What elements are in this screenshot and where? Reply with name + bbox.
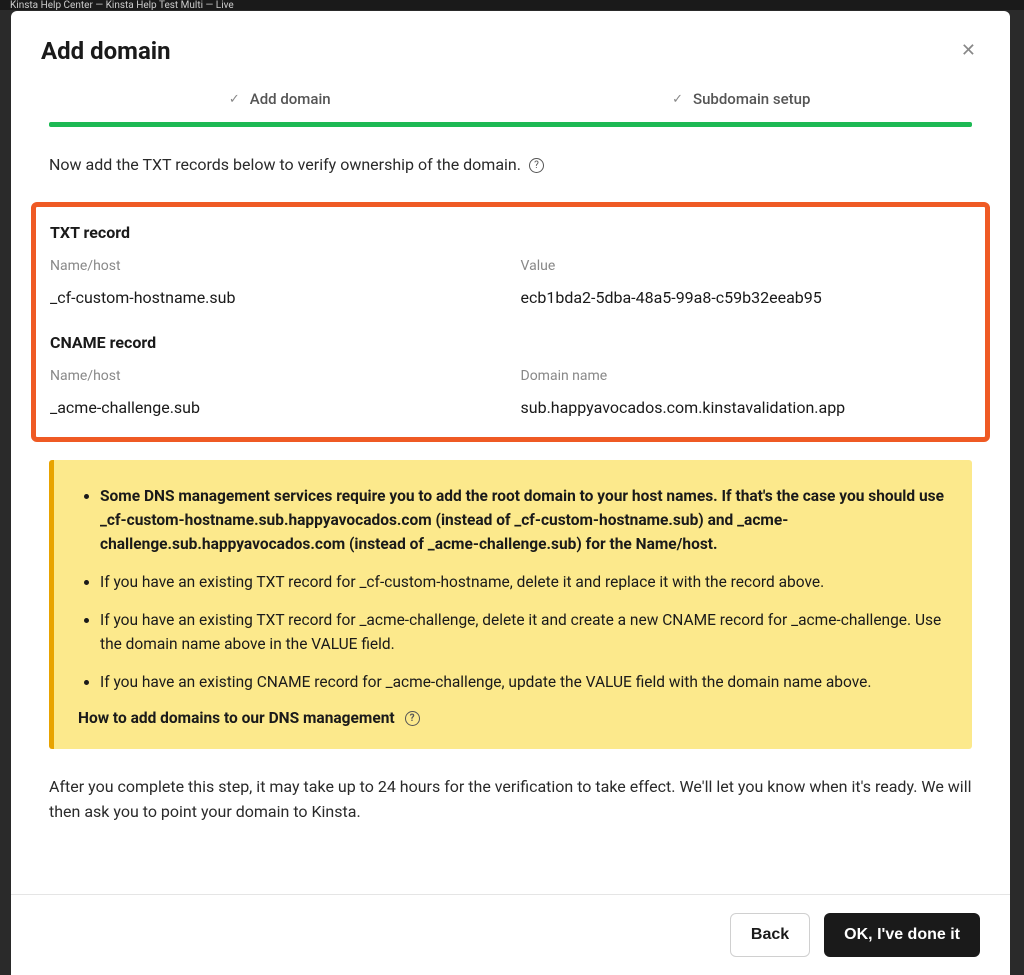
warning-item-1: Some DNS management services require you… — [100, 484, 948, 556]
stepper-progress-bar — [49, 122, 972, 127]
stepper: ✓ Add domain ✓ Subdomain setup — [49, 90, 972, 122]
close-icon: ✕ — [961, 40, 976, 61]
step-subdomain-setup[interactable]: ✓ Subdomain setup — [511, 90, 973, 122]
cname-name-label: Name/host — [50, 368, 501, 384]
cname-value-label: Domain name — [521, 368, 972, 384]
browser-tab-bar: Kinsta Help Center — Kinsta Help Test Mu… — [0, 0, 1024, 10]
help-icon[interactable]: ? — [529, 158, 544, 173]
step-label: Subdomain setup — [693, 90, 810, 108]
step-label: Add domain — [250, 90, 331, 108]
modal-footer: Back OK, I've done it — [11, 894, 1010, 975]
back-button[interactable]: Back — [730, 913, 810, 957]
modal-content: ✓ Add domain ✓ Subdomain setup Now add t… — [11, 90, 1010, 894]
close-button[interactable]: ✕ — [957, 36, 980, 65]
warning-item-4: If you have an existing CNAME record for… — [100, 670, 948, 694]
step-add-domain[interactable]: ✓ Add domain — [49, 90, 511, 122]
after-text: After you complete this step, it may tak… — [49, 775, 972, 825]
txt-name-col: Name/host _cf-custom-hostname.sub — [50, 258, 501, 307]
records-highlight-box: TXT record Name/host _cf-custom-hostname… — [31, 202, 990, 442]
modal-title: Add domain — [41, 37, 171, 65]
warning-box: Some DNS management services require you… — [49, 460, 972, 749]
check-icon: ✓ — [229, 92, 240, 107]
ok-done-button[interactable]: OK, I've done it — [824, 913, 980, 957]
cname-value-col: Domain name sub.happyavocados.com.kinsta… — [521, 368, 972, 417]
warning-item-3: If you have an existing TXT record for _… — [100, 608, 948, 656]
dns-help-link-label: How to add domains to our DNS management — [78, 709, 395, 727]
cname-name-value: _acme-challenge.sub — [50, 398, 501, 417]
dns-help-link[interactable]: How to add domains to our DNS management… — [78, 709, 420, 727]
cname-record-block: CNAME record Name/host _acme-challenge.s… — [50, 333, 971, 417]
cname-name-col: Name/host _acme-challenge.sub — [50, 368, 501, 417]
txt-record-block: TXT record Name/host _cf-custom-hostname… — [50, 223, 971, 307]
check-icon: ✓ — [672, 92, 683, 107]
txt-value-value: ecb1bda2-5dba-48a5-99a8-c59b32eeab95 — [521, 288, 972, 307]
help-icon: ? — [405, 711, 420, 726]
txt-value-label: Value — [521, 258, 972, 274]
txt-name-label: Name/host — [50, 258, 501, 274]
modal-header: Add domain ✕ — [11, 11, 1010, 90]
instruction-text: Now add the TXT records below to verify … — [49, 155, 972, 174]
txt-value-col: Value ecb1bda2-5dba-48a5-99a8-c59b32eeab… — [521, 258, 972, 307]
browser-tabs-text: Kinsta Help Center — Kinsta Help Test Mu… — [10, 0, 234, 10]
cname-value-value: sub.happyavocados.com.kinstavalidation.a… — [521, 398, 972, 417]
cname-record-title: CNAME record — [50, 333, 971, 352]
warning-item-2: If you have an existing TXT record for _… — [100, 570, 948, 594]
txt-record-title: TXT record — [50, 223, 971, 242]
add-domain-modal: Add domain ✕ ✓ Add domain ✓ Subdomain se… — [11, 11, 1010, 975]
instruction-label: Now add the TXT records below to verify … — [49, 155, 521, 174]
txt-name-value: _cf-custom-hostname.sub — [50, 288, 501, 307]
